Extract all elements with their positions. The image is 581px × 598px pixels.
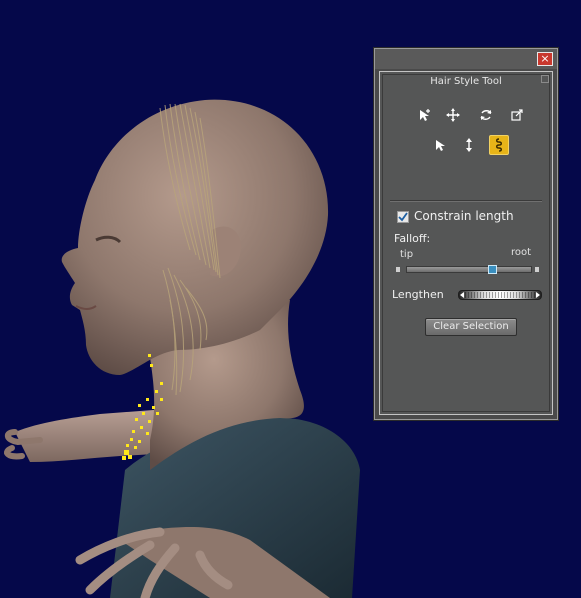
length-tool-icon <box>496 138 502 152</box>
rotate-tool-button[interactable] <box>476 105 496 125</box>
move-tool-button[interactable] <box>443 105 463 125</box>
constrain-length-checkbox[interactable] <box>397 211 409 223</box>
select-add-icon <box>420 109 430 121</box>
panel-title: Hair Style Tool <box>430 76 502 87</box>
checkmark-icon <box>398 212 408 222</box>
falloff-slider[interactable] <box>406 265 532 274</box>
slider-max-marker <box>535 267 539 272</box>
close-button[interactable]: × <box>537 52 553 66</box>
dial-left-arrow-icon <box>460 292 464 298</box>
rotate-icon <box>480 110 492 120</box>
select-tool-button[interactable] <box>430 135 450 155</box>
length-tool-button[interactable] <box>489 135 509 155</box>
constrain-length-label: Constrain length <box>414 209 514 223</box>
falloff-root-label: root <box>511 247 532 258</box>
vertical-move-tool-button[interactable] <box>459 135 479 155</box>
lengthen-label: Lengthen <box>392 288 444 301</box>
window-titlebar[interactable]: × <box>375 49 557 69</box>
tool-panel: Hair Style Tool Constrain length Falloff… <box>379 71 553 415</box>
resize-grip-icon[interactable] <box>541 75 549 83</box>
section-divider <box>390 200 542 202</box>
dial-right-arrow-icon <box>536 292 540 298</box>
clear-selection-button[interactable]: Clear Selection <box>425 318 517 336</box>
falloff-slider-thumb[interactable] <box>488 265 497 274</box>
scale-tool-button[interactable] <box>507 105 527 125</box>
select-arrow-icon <box>436 140 445 151</box>
slider-min-marker <box>396 267 400 272</box>
select-add-tool-button[interactable] <box>415 105 435 125</box>
falloff-tip-label: tip <box>400 249 414 260</box>
hair-style-tool-window[interactable]: × Hair Style Tool Constrain length Fallo… <box>374 48 558 420</box>
lengthen-dial[interactable] <box>458 290 542 300</box>
falloff-label: Falloff: <box>394 232 431 245</box>
vertical-move-icon <box>466 138 472 152</box>
dial-ridges <box>465 292 535 298</box>
scale-icon <box>511 109 523 121</box>
move-icon <box>446 108 460 122</box>
